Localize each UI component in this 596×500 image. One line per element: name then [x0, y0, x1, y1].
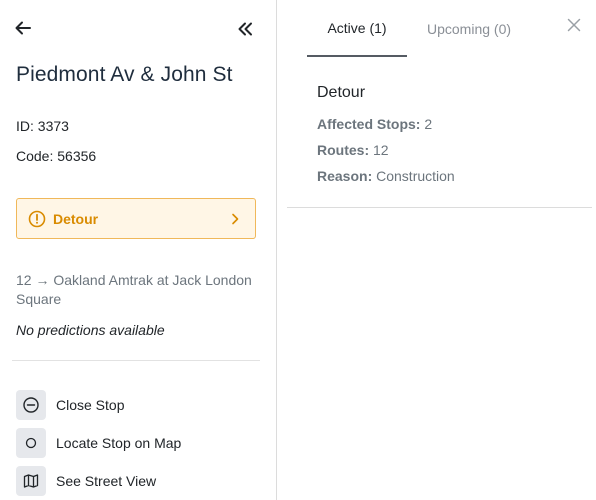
- tab-upcoming[interactable]: Upcoming (0): [417, 0, 521, 57]
- stop-name: Piedmont Av & John St: [16, 63, 233, 86]
- affected-stops-label: Affected Stops:: [317, 116, 421, 132]
- stop-id: ID: 3373: [16, 118, 69, 134]
- routes-value: 12: [373, 142, 389, 158]
- map-icon: [16, 466, 46, 496]
- close-icon[interactable]: [565, 16, 583, 34]
- divider: [12, 360, 260, 361]
- reason-value: Construction: [376, 168, 455, 184]
- collapse-panel-icon[interactable]: [234, 18, 256, 40]
- reason-row: Reason: Construction: [317, 168, 455, 184]
- locate-stop-button[interactable]: Locate Stop on Map: [16, 428, 181, 458]
- circle-icon: [16, 428, 46, 458]
- detour-alert-button[interactable]: Detour: [16, 198, 256, 239]
- minus-circle-icon: [16, 390, 46, 420]
- stop-sidebar: Piedmont Av & John St ID: 3373 Code: 563…: [0, 0, 277, 500]
- locate-stop-label: Locate Stop on Map: [56, 435, 182, 451]
- affected-stops-value: 2: [424, 116, 433, 132]
- affected-stops-row: Affected Stops: 2: [317, 116, 432, 132]
- back-arrow-icon[interactable]: [12, 17, 34, 39]
- detour-label: Detour: [53, 210, 99, 227]
- close-stop-label: Close Stop: [56, 397, 125, 413]
- close-stop-button[interactable]: Close Stop: [16, 390, 124, 420]
- street-view-button[interactable]: See Street View: [16, 466, 156, 496]
- street-view-label: See Street View: [56, 473, 157, 489]
- routes-row: Routes: 12: [317, 142, 389, 158]
- alert-title: Detour: [317, 84, 366, 101]
- chevron-right-icon: [227, 211, 243, 227]
- routes-label: Routes:: [317, 142, 370, 158]
- route-destination: 12 → Oakland Amtrak at Jack London Squar…: [16, 272, 252, 307]
- tab-active[interactable]: Active (1): [307, 0, 407, 57]
- no-predictions-text: No predictions available: [16, 322, 165, 338]
- warning-icon: [28, 210, 46, 228]
- reason-label: Reason:: [317, 168, 373, 184]
- stop-code: Code: 56356: [16, 148, 97, 164]
- divider: [287, 207, 592, 208]
